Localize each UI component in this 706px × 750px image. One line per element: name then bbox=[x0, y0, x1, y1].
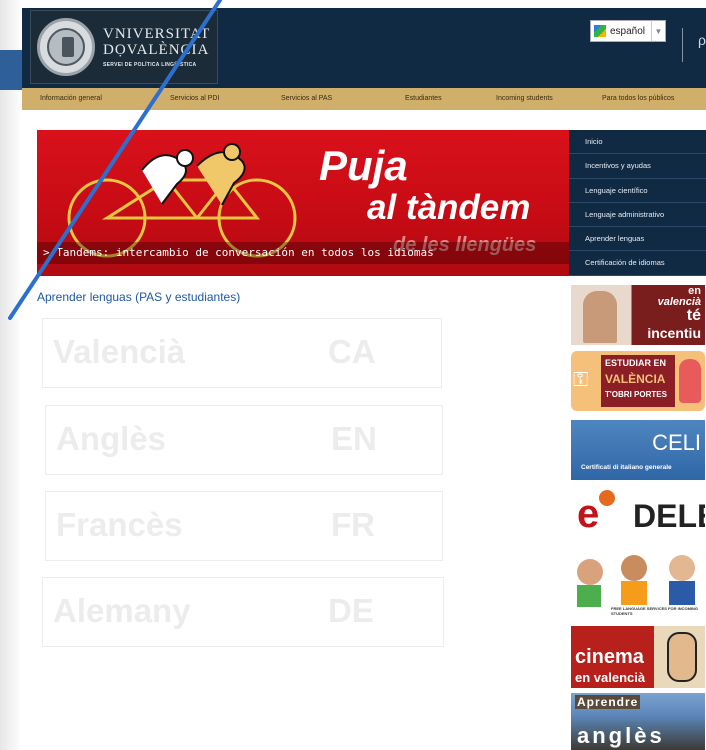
ad-valencia-incentiu-line3: té bbox=[686, 307, 701, 324]
ad-celi-subtitle: Certificati di italiano generale bbox=[581, 464, 672, 471]
student-shirt-3 bbox=[669, 581, 695, 605]
language-card-name: Alemany bbox=[53, 592, 191, 629]
banner-title-line1: Puja bbox=[319, 142, 408, 189]
side-menu-item-inicio[interactable]: Inicio bbox=[569, 130, 706, 155]
ad-free-language-services[interactable]: FREE LANGUAGE SERVICES FOR INCOMING STUD… bbox=[571, 553, 705, 615]
language-card-code: FR bbox=[331, 506, 375, 543]
nav-item-servicios-pdi[interactable]: Servicios al PDI bbox=[170, 95, 219, 102]
student-photo-2 bbox=[621, 555, 647, 581]
ad-estudiar-valencia[interactable]: ⚿ ESTUDIAR EN VALÈNCIA T'OBRI PORTES bbox=[571, 351, 705, 411]
language-card-name: Valencià bbox=[53, 333, 186, 370]
university-name-line2: DỌVALÈNCIA bbox=[103, 42, 210, 58]
chevron-down-icon[interactable]: ▼ bbox=[651, 21, 665, 41]
ad-dele[interactable]: e DELE bbox=[571, 488, 705, 544]
ad-celi-title: CELI bbox=[652, 430, 701, 455]
nav-item-incoming-students[interactable]: Incoming students bbox=[496, 95, 553, 102]
student-shirt-2 bbox=[621, 581, 647, 605]
side-menu-item-lenguaje-administrativo[interactable]: Lenguaje administrativo bbox=[569, 203, 706, 228]
ad-estudiar-line3: T'OBRI PORTES bbox=[605, 390, 667, 399]
banner-caption-link[interactable]: > Tandems: intercambio de conversación e… bbox=[37, 242, 569, 264]
language-card-code: CA bbox=[328, 333, 376, 370]
ad-estudiar-line1: ESTUDIAR EN bbox=[605, 358, 667, 368]
ad-aprendre-line1: Aprendre bbox=[575, 695, 641, 709]
university-name-line1: VNIVERSITAT bbox=[103, 26, 211, 42]
side-menu: Inicio Incentivos y ayudas Lenguaje cien… bbox=[569, 130, 706, 276]
language-card-code: DE bbox=[328, 592, 374, 629]
page: VNIVERSITAT DỌVALÈNCIA SERVEI DE POLÍTIC… bbox=[0, 0, 706, 750]
woman-photo bbox=[583, 291, 617, 343]
page-title: Aprender lenguas (PAS y estudiantes) bbox=[37, 290, 241, 304]
keyhole-icon bbox=[679, 359, 701, 403]
banner-title-line2: al tàndem bbox=[367, 188, 531, 227]
flower-icon bbox=[599, 490, 615, 506]
side-menu-item-incentivos[interactable]: Incentivos y ayudas bbox=[569, 154, 706, 179]
nav-item-servicios-pas[interactable]: Servicios al PAS bbox=[281, 95, 332, 102]
language-card-valencia[interactable]: Valencià CA bbox=[42, 318, 442, 388]
left-shadow bbox=[0, 0, 22, 750]
language-select[interactable]: español ▼ bbox=[590, 20, 666, 42]
university-name: VNIVERSITAT DỌVALÈNCIA SERVEI DE POLÍTIC… bbox=[103, 26, 210, 68]
university-seal-icon bbox=[37, 18, 95, 76]
language-card-alemany[interactable]: Alemany DE bbox=[42, 577, 444, 647]
university-logo[interactable]: VNIVERSITAT DỌVALÈNCIA SERVEI DE POLÍTIC… bbox=[30, 10, 218, 84]
language-card-angles[interactable]: Anglès EN bbox=[45, 405, 443, 475]
search-icon[interactable]: ρ bbox=[698, 32, 706, 48]
language-select-value: español bbox=[610, 25, 646, 37]
student-shirt-1 bbox=[577, 585, 601, 607]
nav-item-estudiantes[interactable]: Estudiantes bbox=[405, 95, 442, 102]
ad-estudiar-line2: VALÈNCIA bbox=[605, 372, 666, 386]
side-menu-item-lenguaje-cientifico[interactable]: Lenguaje científico bbox=[569, 179, 706, 203]
language-card-code: EN bbox=[331, 420, 377, 457]
ad-cinema-line1: cinema bbox=[575, 646, 644, 669]
ad-cinema-valencia[interactable]: cinema en valencià bbox=[571, 626, 705, 688]
header-divider bbox=[682, 28, 683, 62]
header-accent-band bbox=[0, 50, 22, 90]
ad-celi[interactable]: CELI Certificati di italiano generale bbox=[571, 420, 705, 480]
character-illustration bbox=[667, 632, 697, 682]
nav-item-para-todos[interactable]: Para todos los públicos bbox=[602, 95, 674, 102]
nav-item-informacion-general[interactable]: Información general bbox=[40, 95, 102, 102]
ad-valencia-incentiu-line4: incentiu bbox=[647, 325, 701, 341]
ad-valencia-incentiu[interactable]: en valencià té incentiu bbox=[571, 285, 705, 345]
key-icon: ⚿ bbox=[573, 369, 589, 391]
ad-aprendre-line2: anglès bbox=[577, 723, 665, 748]
tandem-banner[interactable]: Puja al tàndem de les llengües > Tandems… bbox=[37, 130, 569, 276]
service-name: SERVEI DE POLÍTICA LINGÜÍSTICA bbox=[103, 62, 197, 68]
side-menu-item-certificacion[interactable]: Certificación de idiomas bbox=[569, 251, 706, 276]
student-photo-1 bbox=[577, 559, 603, 585]
side-menu-item-aprender-lenguas[interactable]: Aprender lenguas bbox=[569, 227, 706, 252]
ad-free-language-text: FREE LANGUAGE SERVICES FOR INCOMING STUD… bbox=[611, 606, 699, 615]
ad-aprendre-angles[interactable]: Aprendre anglès bbox=[571, 693, 705, 750]
language-card-name: Francès bbox=[56, 506, 183, 543]
main-nav: Información general Servicios al PDI Ser… bbox=[22, 88, 706, 110]
student-photo-3 bbox=[669, 555, 695, 581]
site-header: VNIVERSITAT DỌVALÈNCIA SERVEI DE POLÍTIC… bbox=[22, 8, 706, 88]
ad-dele-prefix: e bbox=[577, 492, 600, 536]
ad-cinema-line2: en valencià bbox=[575, 670, 646, 685]
ad-dele-title: DELE bbox=[633, 498, 705, 534]
language-flag-icon bbox=[594, 25, 606, 37]
language-card-frances[interactable]: Francès FR bbox=[45, 491, 443, 561]
language-card-name: Anglès bbox=[56, 420, 167, 457]
